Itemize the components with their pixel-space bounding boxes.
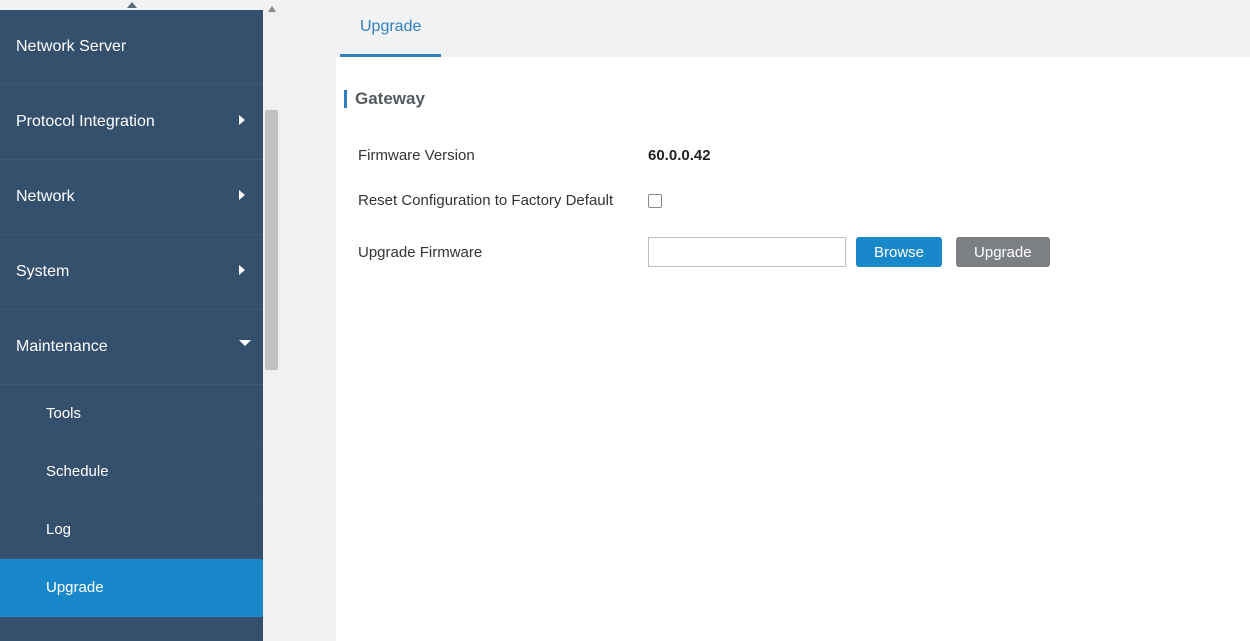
section-header: Gateway xyxy=(336,89,1250,109)
upgrade-button[interactable]: Upgrade xyxy=(956,237,1050,267)
sidebar-item-label: System xyxy=(16,263,69,281)
firmware-file-input[interactable] xyxy=(648,237,846,267)
chevron-right-icon xyxy=(239,265,247,279)
chevron-right-icon xyxy=(239,115,247,129)
main-content: Upgrade Gateway Firmware Version 60.0.0.… xyxy=(280,0,1250,641)
sidebar-subitem-upgrade[interactable]: Upgrade xyxy=(0,559,263,617)
upgrade-firmware-row: Upgrade Firmware Browse Upgrade xyxy=(336,237,1250,267)
chevron-up-icon xyxy=(268,6,276,12)
firmware-version-value: 60.0.0.42 xyxy=(648,147,711,164)
sidebar-item-protocol-integration[interactable]: Protocol Integration xyxy=(0,85,263,160)
sidebar-item-system[interactable]: System xyxy=(0,235,263,310)
browse-button[interactable]: Browse xyxy=(856,237,942,267)
firmware-version-row: Firmware Version 60.0.0.42 xyxy=(336,147,1250,164)
sidebar-scroll-up[interactable] xyxy=(0,0,263,10)
sidebar-item-network[interactable]: Network xyxy=(0,160,263,235)
chevron-right-icon xyxy=(239,190,247,204)
sidebar-item-network-server[interactable]: Network Server xyxy=(0,10,263,85)
sidebar-subitem-tools[interactable]: Tools xyxy=(0,385,263,443)
sidebar-item-label: Protocol Integration xyxy=(16,113,155,131)
reset-config-label: Reset Configuration to Factory Default xyxy=(358,192,648,209)
chevron-up-icon xyxy=(127,2,137,8)
sidebar-item-maintenance[interactable]: Maintenance xyxy=(0,310,263,385)
sidebar-submenu-maintenance: Tools Schedule Log Upgrade xyxy=(0,385,263,617)
reset-config-row: Reset Configuration to Factory Default xyxy=(336,192,1250,209)
section-bar-icon xyxy=(344,90,347,108)
firmware-version-label: Firmware Version xyxy=(358,147,648,164)
scrollbar-up-button[interactable] xyxy=(263,0,280,17)
tab-bar: Upgrade xyxy=(280,0,1250,57)
sidebar-subitem-log[interactable]: Log xyxy=(0,501,263,559)
sidebar-item-label: Network xyxy=(16,188,75,206)
sidebar-subitem-label: Tools xyxy=(46,405,81,422)
sidebar-subitem-label: Log xyxy=(46,521,71,538)
section-title: Gateway xyxy=(355,89,425,109)
sidebar-item-label: Maintenance xyxy=(16,338,108,356)
sidebar-scrollbar[interactable] xyxy=(263,0,280,641)
tab-upgrade[interactable]: Upgrade xyxy=(340,0,441,57)
reset-config-checkbox[interactable] xyxy=(648,194,662,208)
sidebar-subitem-label: Upgrade xyxy=(46,579,104,596)
content-panel: Gateway Firmware Version 60.0.0.42 Reset… xyxy=(336,57,1250,641)
tab-label: Upgrade xyxy=(360,18,421,35)
upgrade-firmware-label: Upgrade Firmware xyxy=(358,244,648,261)
sidebar-subitem-label: Schedule xyxy=(46,463,109,480)
sidebar-item-label: Network Server xyxy=(16,38,126,56)
sidebar: Network Server Protocol Integration Netw… xyxy=(0,0,263,641)
sidebar-subitem-schedule[interactable]: Schedule xyxy=(0,443,263,501)
scrollbar-thumb[interactable] xyxy=(265,110,278,370)
chevron-down-icon xyxy=(239,340,247,354)
